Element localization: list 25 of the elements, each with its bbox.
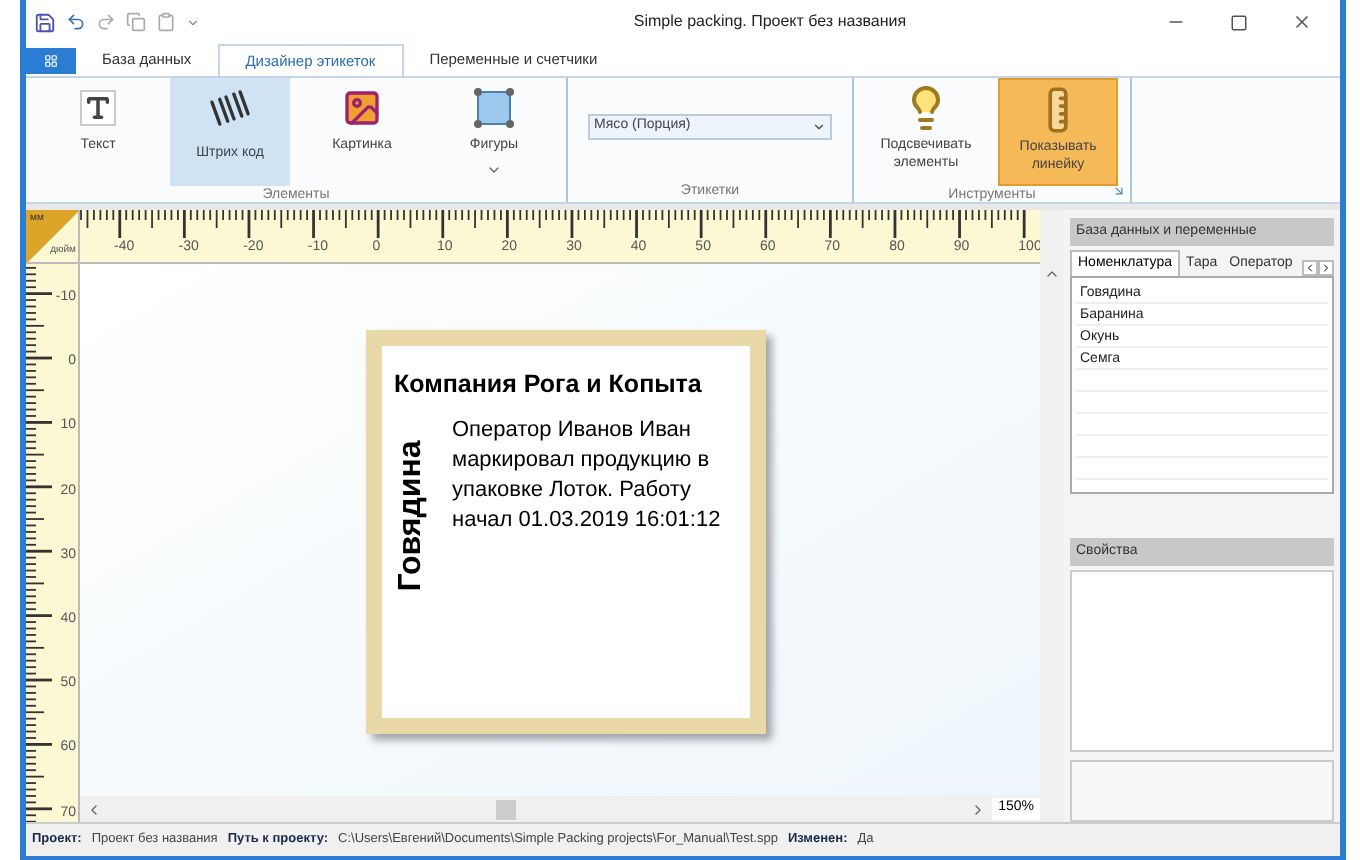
picture-icon [342, 88, 382, 128]
label-body-text: Оператор Иванов Иван маркировал продукцию в упаковке Лоток. Работу начал 01.03.2019 16:01:12 [452, 417, 721, 532]
caret-icon [812, 120, 826, 134]
menu-icon [44, 54, 58, 68]
close-icon[interactable] [1292, 12, 1312, 32]
shape-icon [472, 86, 516, 130]
app-menu-button[interactable] [26, 48, 76, 74]
text-icon [80, 90, 116, 126]
copy-icon[interactable] [126, 12, 146, 32]
label-title: Компания Рога и Копыта [394, 370, 702, 398]
scrollbar-thumb[interactable] [496, 799, 517, 819]
label-card[interactable]: Компания Рога и Копыта Говядина Оператор Иванов Иван маркировал продукцию в упаковке Лоток. Работу начал 01.03.2019 16:01:12 [366, 330, 766, 734]
scroll-up-icon[interactable] [1044, 266, 1060, 282]
maximize-icon[interactable] [1230, 13, 1248, 31]
customize-icon[interactable] [186, 15, 200, 29]
scroll-left-icon[interactable] [86, 801, 102, 817]
redo-icon[interactable] [96, 12, 116, 32]
save-icon[interactable] [34, 11, 56, 33]
tab-scroll-left-icon[interactable] [1302, 260, 1318, 277]
tab-scroll-right-icon[interactable] [1318, 260, 1334, 277]
label-product-text: Говядина [392, 439, 430, 592]
dialog-launcher-icon[interactable] [1112, 184, 1126, 198]
undo-icon[interactable] [66, 12, 86, 32]
paste-icon[interactable] [156, 12, 176, 32]
window-title: Simple packing. Проект без названия [633, 12, 907, 30]
